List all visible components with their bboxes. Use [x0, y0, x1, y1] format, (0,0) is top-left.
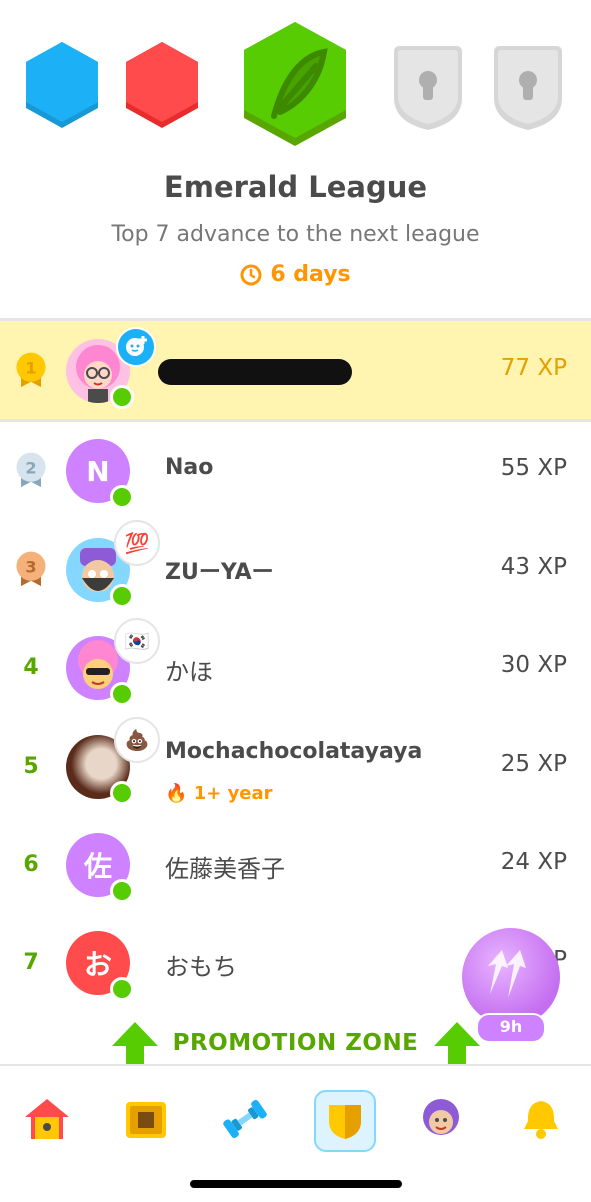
tab-profile[interactable] [412, 1090, 470, 1148]
online-indicator [110, 385, 134, 409]
username: おもち [165, 953, 237, 981]
home-icon [25, 1099, 69, 1139]
avatar-letter: 佐 [83, 850, 112, 883]
leaderboard-row[interactable]: 6 佐 佐藤美香子 24 XP [0, 815, 591, 913]
xp-value: 77 XP [500, 355, 567, 381]
bronze-medal-icon: 3 [16, 551, 46, 587]
time-remaining-label: 6 days [270, 262, 351, 287]
tab-practice[interactable] [216, 1090, 274, 1148]
tab-characters[interactable] [117, 1090, 175, 1148]
treasure-chest-icon [126, 1102, 166, 1138]
home-indicator [190, 1180, 402, 1188]
online-indicator [110, 485, 134, 509]
avatar-letter: N [86, 454, 110, 488]
online-indicator [110, 879, 134, 903]
rank-number: 5 [23, 754, 39, 779]
shield-icon [329, 1105, 361, 1139]
svg-text:1: 1 [25, 359, 36, 378]
svg-text:2: 2 [25, 459, 36, 478]
username: Nao [165, 455, 214, 480]
locked-league-badge[interactable] [488, 42, 568, 132]
avatar-letter: お [83, 948, 112, 981]
tab-leagues[interactable] [314, 1090, 376, 1152]
bell-icon [524, 1101, 558, 1139]
online-indicator [110, 781, 134, 805]
redacted-username [158, 359, 352, 385]
locked-league-badge[interactable] [388, 42, 468, 132]
clock-icon [240, 264, 262, 285]
poop-icon: 💩 [114, 717, 160, 763]
league-title: Emerald League [163, 170, 428, 204]
streak-label: 🔥 1+ year [165, 783, 273, 804]
leaderboard-row[interactable]: 5 💩 Mochachocolatayaya 🔥 1+ year 25 XP [0, 717, 591, 815]
rank-number: 4 [23, 655, 39, 680]
leaderboard-row[interactable]: 1 77 XP [0, 321, 591, 422]
league-badges [0, 0, 591, 160]
korea-flag-icon: 🇰🇷 [114, 618, 160, 664]
sapphire-league-badge[interactable] [22, 38, 102, 132]
hundred-icon: 💯 [114, 520, 160, 566]
leaderboard-row[interactable]: 2 N Nao 55 XP [0, 421, 591, 519]
xp-value: 25 XP [500, 751, 567, 777]
up-arrow-icon [434, 1022, 480, 1066]
username: ZUーYAー [165, 560, 274, 585]
rank-number: 7 [23, 950, 39, 975]
leaderboard-row[interactable]: 3 💯 ZUーYAー 43 XP [0, 520, 591, 618]
svg-text:3: 3 [25, 558, 36, 577]
rank-number: 6 [23, 852, 39, 877]
online-indicator [110, 682, 134, 706]
xp-value: 43 XP [500, 554, 567, 580]
xp-value: 30 XP [500, 652, 567, 678]
boost-timer: 9h [476, 1013, 546, 1043]
username: Mochachocolatayaya [165, 739, 423, 764]
silver-medal-icon: 2 [16, 452, 46, 488]
xp-value: 55 XP [500, 455, 567, 481]
tab-home[interactable] [18, 1090, 76, 1148]
xp-value: 24 XP [500, 849, 567, 875]
tab-notifications[interactable] [512, 1090, 570, 1148]
username: 佐藤美香子 [165, 855, 285, 883]
league-subtitle: Top 7 advance to the next league [111, 222, 480, 247]
ruby-league-badge[interactable] [122, 38, 202, 132]
emerald-league-badge[interactable] [240, 18, 350, 152]
add-friend-icon[interactable] [116, 327, 156, 367]
online-indicator [110, 977, 134, 1001]
gold-medal-icon: 1 [16, 352, 46, 388]
dumbbell-icon [223, 1099, 267, 1139]
leaderboard-row[interactable]: 4 🇰🇷 かほ 30 XP [0, 618, 591, 716]
rising-arrows-icon [488, 950, 526, 998]
time-remaining: 6 days [0, 262, 591, 287]
profile-avatar-icon [423, 1099, 459, 1135]
username: かほ [165, 658, 213, 686]
flame-icon: 🔥 [165, 783, 188, 804]
xp-boost-bubble[interactable] [462, 928, 560, 1026]
online-indicator [110, 584, 134, 608]
